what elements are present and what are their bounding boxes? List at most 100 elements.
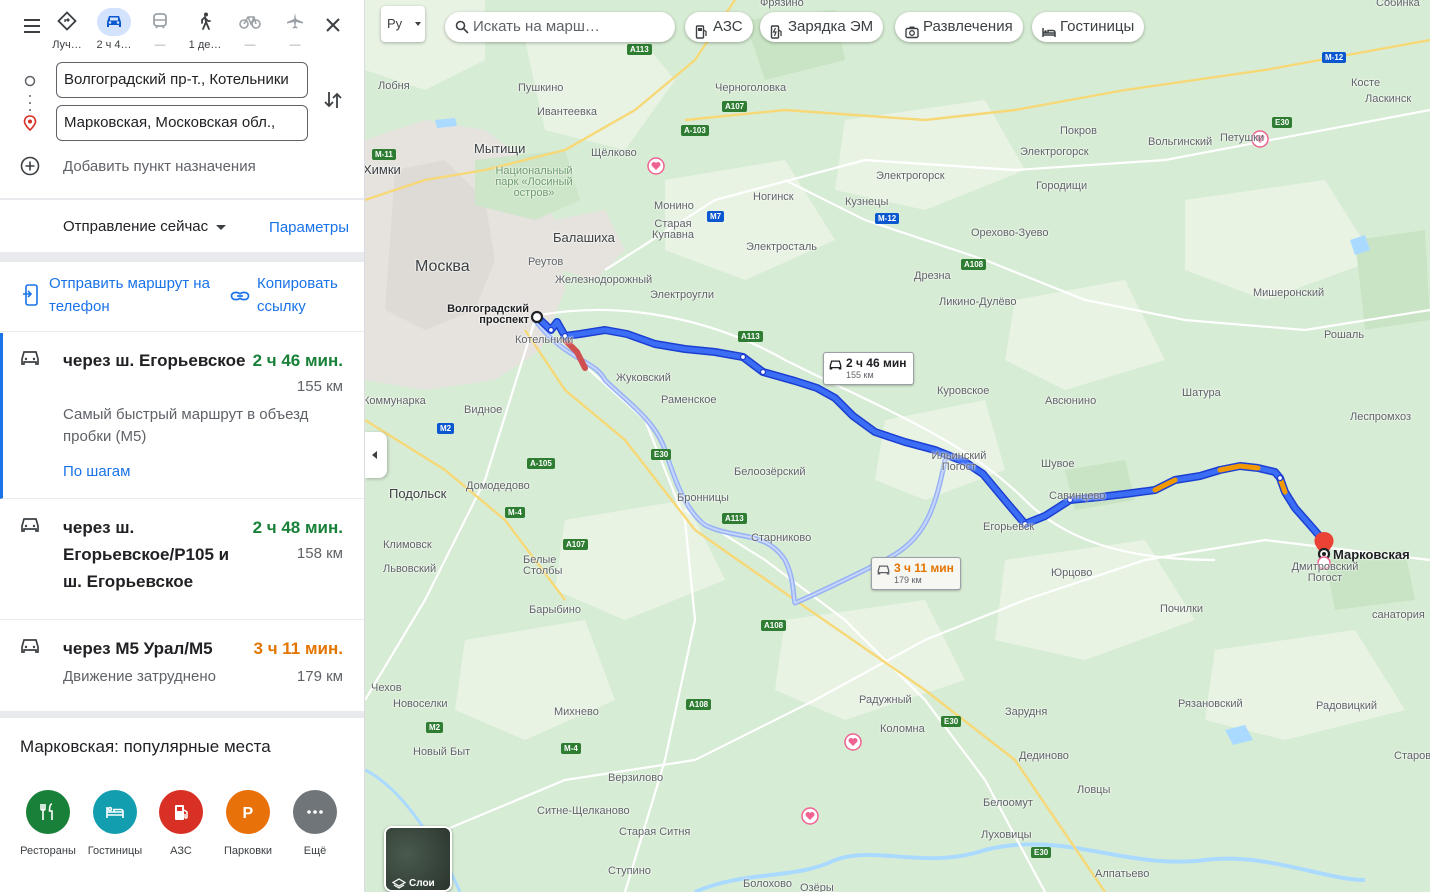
layers-label: Слои [409,878,435,889]
mode-transit[interactable]: — [138,8,182,58]
copy-link-button[interactable]: Копировать ссылку [230,272,360,322]
close-icon [326,18,340,32]
map-place-label: Бронницы [677,492,729,504]
collapse-panel-button[interactable] [365,432,387,478]
map-place-label: Видное [464,404,503,416]
route-description: Самый быстрый маршрут в объезд пробки (M… [63,406,309,445]
mode-car[interactable]: 2 ч 4… [92,8,136,58]
train-icon [143,8,177,36]
map-place-label: Озёры [800,882,834,892]
chip-ev-charging[interactable]: Зарядка ЭМ [760,12,884,42]
route-distance: 158 км [296,545,343,562]
map-place-label: Ивантеевка [537,106,597,118]
map-place-label: Вольгинский [1148,136,1213,148]
chip-label: Гостиницы [1060,18,1135,35]
road-shield: E30 [1272,117,1293,128]
category-gas[interactable]: АЗС [148,790,214,857]
map-place-label: Белоомут [983,797,1033,809]
map-place-label: Жуковский [616,372,671,384]
category-hotels[interactable]: Гостиницы [82,790,148,857]
route-option-2[interactable]: через ш. Егорьевское/P105 и ш. Егорьевск… [0,500,364,620]
mode-car-label: 2 ч 4… [96,39,132,51]
category-label: АЗС [170,845,192,857]
hamburger-icon [24,19,40,33]
car-icon [20,516,40,539]
map-place-label: Ситне-Щелканово [537,805,630,817]
map-place-label: Электрогорск [876,170,945,182]
route-option-3[interactable]: через M5 Урал/M5 3 ч 11 мин. 179 км Движ… [0,621,364,711]
destination-input[interactable]: Марковская, Московская обл., [56,105,308,141]
map-place-label: Раменское [661,394,717,406]
dropdown-caret-icon [415,22,421,26]
car-icon [20,349,40,372]
route-time: 3 ч 11 мин. [253,639,343,658]
map-place-label: Ликино-Дулёво [939,296,1017,308]
mode-walk[interactable]: 1 де… [183,8,227,58]
mode-bike[interactable]: — [228,8,272,58]
dropdown-caret-icon [216,224,227,230]
route-time: 2 ч 46 мин. [252,351,343,370]
category-parking[interactable]: P Парковки [215,790,281,857]
chip-gas-stations[interactable]: АЗС [685,12,753,42]
map-place-label: Мишеронский [1253,287,1325,299]
map-place-label: Леспромхоз [1350,411,1412,423]
svg-text:P: P [243,805,254,822]
swap-waypoints-button[interactable] [321,88,345,112]
mode-best[interactable]: Луч… [45,8,89,58]
fork-knife-icon [40,803,53,820]
map-place-label: Ногинск [753,191,794,203]
map-language-select[interactable]: Ру [381,6,425,42]
route-steps-link[interactable]: По шагам [63,463,130,480]
map-place-label: Авсюнино [1045,395,1097,407]
car-icon [877,563,890,581]
map-place-label: Коломна [880,723,925,735]
map-place-label: Михнево [554,706,599,718]
mode-transit-label: — [154,39,166,51]
destination-pin-icon [23,115,37,136]
bed-icon [1042,20,1056,50]
road-shield: A107 [722,101,748,112]
map-place-label: Старая Ситня [619,826,691,838]
road-shield: M7 [707,211,725,222]
send-to-phone-label: Отправить маршрут на телефон [49,275,210,315]
origin-input[interactable]: Волгоградский пр-т., Котельники [56,62,308,98]
map-place-label: Зарудня [1005,706,1048,718]
map-place-label: Юрцово [1051,567,1093,579]
route-option-1[interactable]: через ш. Егорьевское 2 ч 46 мин. 155 км … [0,333,364,499]
start-label: Волгоградский проспект [447,303,529,326]
map-place-label: Шувое [1041,458,1075,470]
map-place-label: Рязановский [1178,698,1243,710]
map-place-label: Старая Купавна [651,218,695,241]
mode-flight[interactable]: — [273,8,317,58]
map-place-label: Котельники [515,334,574,346]
road-shield: M-11 [372,149,396,160]
chip-hotels[interactable]: Гостиницы [1032,12,1145,42]
map-place-label: Городищи [1036,180,1088,192]
category-icon-circle [293,790,337,834]
map-place-label: Ступино [608,865,651,877]
layers-button[interactable]: Слои [384,826,452,892]
chip-entertainment[interactable]: Развлечения [895,12,1023,42]
category-restaurants[interactable]: Рестораны [15,790,81,857]
layers-icon [391,877,407,890]
road-shield: M2 [437,423,455,434]
close-directions-button[interactable] [320,12,346,38]
map-place-label: Рошаль [1324,329,1365,341]
chip-label: АЗС [713,18,743,35]
category-more[interactable]: Ещё [282,790,348,857]
directions-panel: Луч… 2 ч 4… — 1 де… — — Волгоградский пр… [0,0,365,892]
bicycle-icon [233,8,267,36]
map-canvas[interactable]: Москва Подольск Мытищи Балашиха Волгогра… [365,0,1430,892]
menu-button[interactable] [18,12,46,40]
route-eta-tooltip[interactable]: 2 ч 46 мин 155 км [823,352,914,385]
search-along-route-input[interactable]: Искать на марш… [445,12,675,42]
parameters-link[interactable]: Параметры [269,219,349,236]
mode-walk-label: 1 де… [188,39,222,51]
send-to-phone-button[interactable]: Отправить маршрут на телефон [20,272,220,322]
departure-dropdown[interactable]: Отправление сейчас [63,218,227,235]
map-place-label: Электросталь [746,241,817,253]
add-destination-button[interactable]: Добавить пункт назначения [20,154,350,180]
map-place-label: Чехов [371,682,402,694]
road-shield: A-103 [681,125,709,136]
alt-route-eta-tooltip[interactable]: 3 ч 11 мин 179 км [871,557,961,590]
